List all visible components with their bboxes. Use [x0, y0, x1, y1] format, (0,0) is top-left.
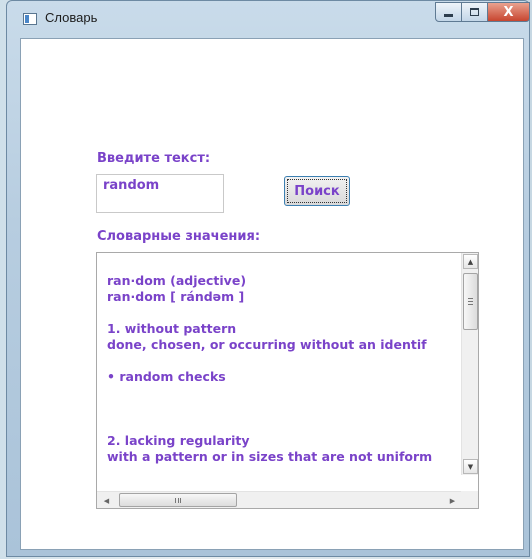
minimize-icon: [444, 13, 453, 17]
maximize-button[interactable]: [462, 2, 488, 22]
result-line: ran·dom (adjective): [107, 273, 247, 288]
result-line: 2. lacking regularity: [107, 433, 250, 448]
search-input[interactable]: random: [96, 174, 224, 213]
results-textbox[interactable]: ran·dom (adjective) ran·dom [ rándəm ] 1…: [96, 252, 479, 509]
scroll-up-button[interactable]: ▲: [463, 254, 478, 269]
result-line: ran·dom [ rándəm ]: [107, 289, 245, 304]
result-line: • random checks: [107, 369, 226, 384]
vertical-scrollbar[interactable]: ▲ ▼: [461, 253, 478, 475]
result-line: done, chosen, or occurring without an id…: [107, 337, 427, 352]
result-line: with a pattern or in sizes that are not …: [107, 449, 433, 464]
close-icon: X: [503, 4, 514, 20]
input-label: Введите текст:: [97, 151, 211, 166]
scroll-left-button[interactable]: ◀: [99, 493, 114, 508]
client-area: Введите текст: random Поиск Словарные зн…: [20, 38, 524, 550]
results-text: ran·dom (adjective) ran·dom [ rándəm ] 1…: [107, 273, 455, 465]
result-line: [107, 305, 455, 321]
result-line: [107, 417, 455, 433]
scroll-right-button[interactable]: ▶: [445, 493, 460, 508]
result-line: [107, 385, 455, 401]
arrow-left-icon: ◀: [103, 496, 110, 505]
result-line: [107, 401, 455, 417]
grip-icon: [175, 497, 181, 503]
app-icon: [23, 13, 37, 25]
horizontal-scrollbar[interactable]: ◀ ▶: [97, 491, 462, 508]
arrow-right-icon: ▶: [449, 496, 456, 505]
arrow-up-icon: ▲: [467, 257, 474, 266]
scroll-down-button[interactable]: ▼: [463, 459, 478, 474]
minimize-button[interactable]: [435, 2, 462, 22]
scroll-corner: [461, 491, 478, 508]
horizontal-scroll-thumb[interactable]: [119, 493, 237, 507]
result-line: 1. without pattern: [107, 321, 237, 336]
title-bar[interactable]: Словарь X: [7, 1, 530, 38]
search-button[interactable]: Поиск: [284, 176, 350, 206]
vertical-scroll-thumb[interactable]: [463, 273, 478, 330]
arrow-down-icon: ▼: [467, 462, 474, 471]
grip-icon: [468, 298, 473, 305]
result-line: [107, 353, 455, 369]
maximize-icon: [470, 8, 479, 16]
window-title: Словарь: [45, 10, 98, 25]
close-button[interactable]: X: [488, 2, 530, 22]
dictionary-window: Словарь X Введите текст: random Поиск Сл…: [6, 0, 530, 557]
results-label: Словарные значения:: [97, 229, 261, 244]
